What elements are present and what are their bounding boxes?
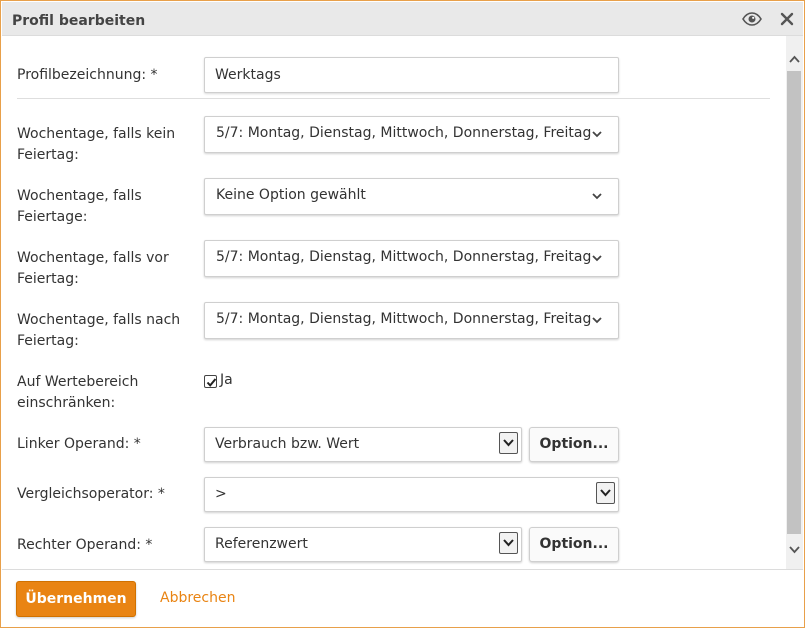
right-operand-label: Rechter Operand: * <box>17 537 153 553</box>
weekdays-no-holiday-select[interactable]: 5/7: Montag, Dienstag, Mittwoch, Donners… <box>204 116 619 153</box>
weekdays-after-holiday-value: 5/7: Montag, Dienstag, Mittwoch, Donners… <box>216 311 592 327</box>
left-operand-label: Linker Operand: * <box>17 436 141 452</box>
left-operand-select[interactable]: Verbrauch bzw. Wert <box>204 427 522 462</box>
restrict-range-checkbox[interactable] <box>204 375 217 388</box>
chevron-down-icon <box>590 313 604 327</box>
select-arrow-icon <box>596 482 615 504</box>
chevron-down-icon <box>590 189 604 203</box>
weekdays-after-holiday-label: Wochentage, falls nach Feiertag: <box>17 312 181 349</box>
comparison-operator-select[interactable]: > <box>204 477 619 512</box>
dialog-footer: Übernehmen Abbrechen <box>2 569 803 627</box>
profile-name-label: Profilbezeichnung: * <box>17 67 158 83</box>
right-operand-option-button[interactable]: Option... <box>529 527 619 562</box>
weekdays-holiday-label: Wochentage, falls Feiertage: <box>17 188 142 225</box>
apply-button[interactable]: Übernehmen <box>16 581 136 617</box>
weekdays-holiday-value: Keine Option gewählt <box>216 187 366 203</box>
eye-icon[interactable] <box>742 10 762 28</box>
weekdays-no-holiday-label: Wochentage, falls kein Feiertag: <box>17 126 176 163</box>
scrollbar-thumb[interactable] <box>787 71 801 534</box>
weekdays-before-holiday-value: 5/7: Montag, Dienstag, Mittwoch, Donners… <box>216 249 592 265</box>
weekdays-before-holiday-label: Wochentage, falls vor Feiertag: <box>17 250 169 287</box>
weekdays-holiday-select[interactable]: Keine Option gewählt <box>204 178 619 215</box>
select-arrow-icon <box>499 432 518 454</box>
select-arrow-icon <box>499 532 518 554</box>
comparison-operator-value: > <box>215 486 227 502</box>
comparison-operator-label: Vergleichsoperator: * <box>17 486 165 502</box>
close-icon[interactable] <box>777 10 797 28</box>
restrict-range-checkbox-label[interactable]: Ja <box>220 372 233 388</box>
left-operand-value: Verbrauch bzw. Wert <box>215 436 360 452</box>
dialog-content: Profilbezeichnung: * Werktags Wochentage… <box>2 36 786 569</box>
scroll-down-icon[interactable] <box>789 542 800 558</box>
divider <box>17 98 770 99</box>
checkmark-icon <box>206 378 217 387</box>
chevron-down-icon <box>590 251 604 265</box>
right-operand-value: Referenzwert <box>215 536 308 552</box>
left-operand-option-button[interactable]: Option... <box>529 427 619 462</box>
restrict-range-label: Auf Wertebereich einschränken: <box>17 374 139 411</box>
vertical-scrollbar[interactable] <box>786 36 803 569</box>
cancel-link[interactable]: Abbrechen <box>160 590 235 606</box>
edit-profile-dialog: Profil bearbeiten Profilbezeichnung: * W… <box>0 0 805 628</box>
weekdays-before-holiday-select[interactable]: 5/7: Montag, Dienstag, Mittwoch, Donners… <box>204 240 619 277</box>
weekdays-after-holiday-select[interactable]: 5/7: Montag, Dienstag, Mittwoch, Donners… <box>204 302 619 339</box>
weekdays-no-holiday-value: 5/7: Montag, Dienstag, Mittwoch, Donners… <box>216 125 592 141</box>
chevron-down-icon <box>590 127 604 141</box>
scroll-up-icon[interactable] <box>789 51 800 67</box>
dialog-title: Profil bearbeiten <box>12 13 146 29</box>
dialog-titlebar: Profil bearbeiten <box>2 2 803 36</box>
profile-name-input[interactable]: Werktags <box>204 57 619 93</box>
right-operand-select[interactable]: Referenzwert <box>204 527 522 562</box>
